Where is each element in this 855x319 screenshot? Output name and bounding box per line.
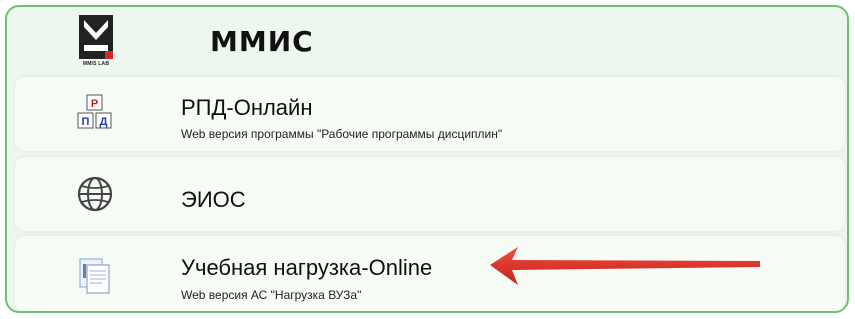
app-subtitle-teaching-load: Web версия АС "Нагрузка ВУЗа"	[181, 288, 362, 302]
app-card-rpd-online[interactable]: Р П Д РПД-Онлайн Web версия программы "Р…	[15, 77, 845, 151]
documents-icon	[79, 258, 110, 294]
rpd-letter-d: Д	[100, 116, 108, 128]
mmis-lab-logo[interactable]: MMIS LAB	[79, 15, 113, 69]
app-title-teaching-load: Учебная нагрузка-Online	[181, 255, 433, 280]
brand-title: ММИС	[210, 25, 314, 58]
mmis-logo-icon	[79, 15, 113, 59]
app-title-eios: ЭИОС	[181, 187, 246, 212]
app-title-rpd: РПД-Онлайн	[181, 95, 313, 120]
rpd-blocks-icon: Р П Д	[77, 94, 112, 129]
header: MMIS LAB ММИС	[7, 7, 847, 77]
app-card-teaching-load[interactable]: Учебная нагрузка-Online Web версия АС "Н…	[15, 236, 845, 311]
globe-icon	[77, 176, 113, 212]
rpd-letter-p: П	[82, 116, 90, 128]
app-card-eios[interactable]: ЭИОС	[15, 157, 845, 231]
app-subtitle-rpd: Web версия программы "Рабочие программы …	[181, 127, 503, 141]
rpd-letter-r: Р	[91, 98, 98, 110]
logo-caption: MMIS LAB	[82, 61, 110, 67]
app-list-panel: MMIS LAB ММИС Р П Д РПД-Онлайн Web верси…	[5, 5, 849, 313]
